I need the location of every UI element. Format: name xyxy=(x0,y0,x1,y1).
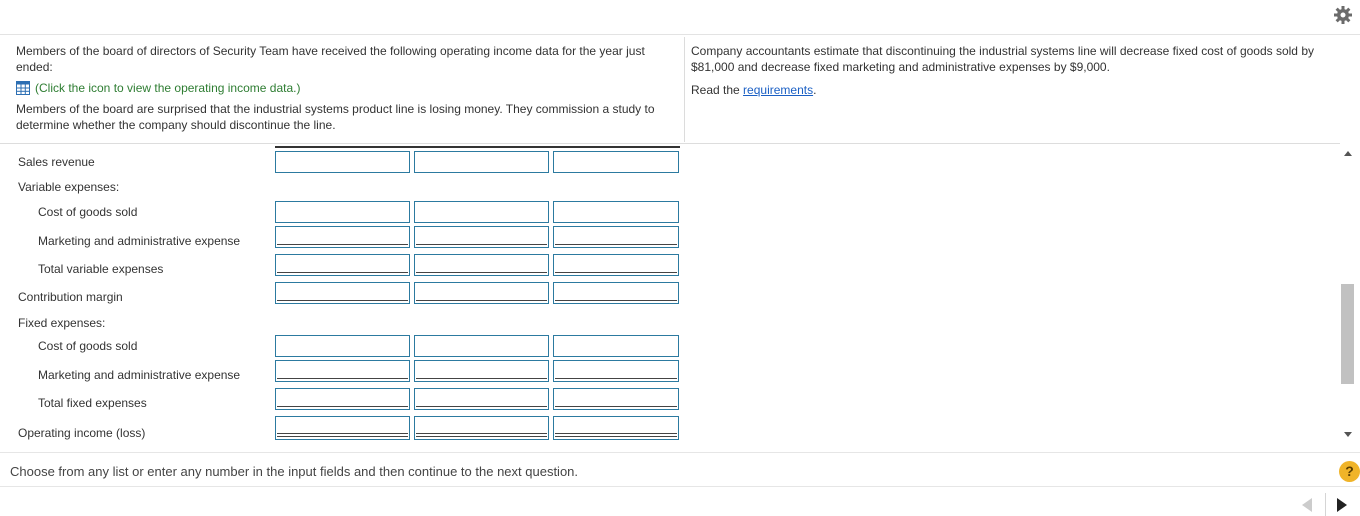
total-fixed-col3-input[interactable] xyxy=(553,388,679,410)
bottom-divider xyxy=(0,452,1360,453)
help-icon[interactable]: ? xyxy=(1339,461,1360,482)
table-row: Marketing and administrative expense xyxy=(0,226,700,248)
sales-revenue-col3-input[interactable] xyxy=(553,151,679,173)
read-suffix: . xyxy=(813,83,817,97)
footer-divider xyxy=(0,486,1360,487)
row-label: Operating income (loss) xyxy=(18,426,146,440)
total-variable-col3-input[interactable] xyxy=(553,254,679,276)
operating-income-col1-input[interactable] xyxy=(275,416,410,440)
column-header-rule xyxy=(275,146,680,148)
table-row: Fixed expenses: xyxy=(0,310,700,332)
total-variable-col2-input[interactable] xyxy=(414,254,549,276)
row-label: Marketing and administrative expense xyxy=(38,368,241,382)
operating-income-data-link[interactable]: (Click the icon to view the operating in… xyxy=(35,81,300,95)
table-row: Total variable expenses xyxy=(0,254,700,276)
sales-revenue-total-input[interactable] xyxy=(275,151,410,173)
contribution-margin-col2-input[interactable] xyxy=(414,282,549,304)
previous-arrow-icon[interactable] xyxy=(1302,498,1312,512)
fixed-marketing-col2-input[interactable] xyxy=(414,360,549,382)
row-label: Fixed expenses: xyxy=(18,316,106,330)
table-icon[interactable] xyxy=(16,81,30,95)
row-label: Cost of goods sold xyxy=(38,205,138,219)
fixed-marketing-col3-input[interactable] xyxy=(553,360,679,382)
table-row: Cost of goods sold xyxy=(0,201,700,223)
requirements-link[interactable]: requirements xyxy=(743,83,813,97)
scroll-up-arrow-icon[interactable] xyxy=(1344,151,1352,156)
fixed-cogs-col1-input[interactable] xyxy=(275,335,410,357)
income-statement-area: Sales revenue Variable expenses: Cost of… xyxy=(0,146,1340,442)
table-row: Contribution margin xyxy=(0,282,700,304)
variable-marketing-col3-input[interactable] xyxy=(553,226,679,248)
table-row: Marketing and administrative expense xyxy=(0,360,700,382)
variable-marketing-col2-input[interactable] xyxy=(414,226,549,248)
pane-divider xyxy=(684,37,685,142)
row-label: Cost of goods sold xyxy=(38,339,138,353)
row-label: Total variable expenses xyxy=(38,262,164,276)
row-label: Contribution margin xyxy=(18,290,123,304)
total-fixed-col1-input[interactable] xyxy=(275,388,410,410)
data-link-row[interactable]: (Click the icon to view the operating in… xyxy=(16,80,681,96)
instruction-text: Choose from any list or enter any number… xyxy=(10,464,579,479)
variable-cogs-col2-input[interactable] xyxy=(414,201,549,223)
nav-separator xyxy=(1325,493,1326,516)
accountant-estimate-text: Company accountants estimate that discon… xyxy=(691,44,1314,74)
fixed-cogs-col2-input[interactable] xyxy=(414,335,549,357)
row-label: Marketing and administrative expense xyxy=(38,234,241,248)
variable-marketing-col1-input[interactable] xyxy=(275,226,410,248)
row-label: Sales revenue xyxy=(18,155,95,169)
contribution-margin-col3-input[interactable] xyxy=(553,282,679,304)
table-row: Total fixed expenses xyxy=(0,388,700,410)
operating-income-col3-input[interactable] xyxy=(553,416,679,440)
fixed-cogs-col3-input[interactable] xyxy=(553,335,679,357)
problem-right-pane: Company accountants estimate that discon… xyxy=(691,43,1356,98)
sales-revenue-col2-input[interactable] xyxy=(414,151,549,173)
total-variable-col1-input[interactable] xyxy=(275,254,410,276)
gear-icon[interactable] xyxy=(1333,5,1353,25)
section-divider xyxy=(0,143,1340,144)
table-row: Operating income (loss) xyxy=(0,416,700,440)
contribution-margin-col1-input[interactable] xyxy=(275,282,410,304)
next-arrow-icon[interactable] xyxy=(1337,498,1347,512)
table-row: Sales revenue xyxy=(0,151,700,173)
vertical-scrollbar[interactable] xyxy=(1340,146,1356,442)
problem-intro-text: Members of the board of directors of Sec… xyxy=(16,44,645,74)
table-row: Variable expenses: xyxy=(0,176,700,198)
read-prefix: Read the xyxy=(691,83,744,97)
top-divider xyxy=(0,34,1360,35)
total-fixed-col2-input[interactable] xyxy=(414,388,549,410)
problem-context-text: Members of the board are surprised that … xyxy=(16,102,655,132)
scrollbar-thumb[interactable] xyxy=(1341,284,1354,384)
scroll-down-arrow-icon[interactable] xyxy=(1344,432,1352,437)
variable-cogs-col1-input[interactable] xyxy=(275,201,410,223)
problem-left-pane: Members of the board of directors of Sec… xyxy=(16,43,681,133)
row-label: Variable expenses: xyxy=(18,180,120,194)
table-row: Cost of goods sold xyxy=(0,335,700,357)
read-requirements-line: Read the requirements. xyxy=(691,82,1356,98)
row-label: Total fixed expenses xyxy=(38,396,147,410)
fixed-marketing-col1-input[interactable] xyxy=(275,360,410,382)
variable-cogs-col3-input[interactable] xyxy=(553,201,679,223)
operating-income-col2-input[interactable] xyxy=(414,416,549,440)
